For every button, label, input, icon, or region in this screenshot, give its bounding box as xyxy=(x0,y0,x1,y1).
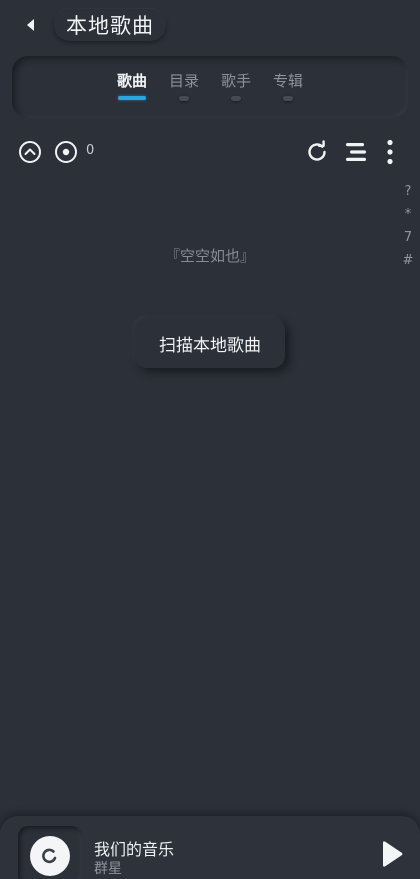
more-vert-icon xyxy=(387,139,393,165)
sort-button[interactable] xyxy=(342,138,370,166)
back-arrow-icon xyxy=(27,19,34,31)
locate-current-icon xyxy=(55,141,77,163)
tab-bar: 歌曲 目录 歌手 专辑 xyxy=(12,56,408,118)
play-button[interactable] xyxy=(374,838,408,872)
more-options-button[interactable] xyxy=(378,137,402,167)
play-icon xyxy=(383,841,403,867)
refresh-button[interactable] xyxy=(303,138,331,166)
scroll-up-icon xyxy=(19,141,41,163)
tab-indicator xyxy=(283,96,293,101)
mini-player[interactable]: 我们的音乐 群星 xyxy=(0,816,420,879)
disc-icon xyxy=(30,836,70,876)
tab-songs[interactable]: 歌曲 xyxy=(112,70,152,100)
tab-label: 歌手 xyxy=(220,72,251,90)
scroll-up-button[interactable] xyxy=(17,139,43,165)
scan-local-songs-button[interactable]: 扫描本地歌曲 xyxy=(135,318,285,368)
tab-indicator xyxy=(231,96,241,101)
locate-current-button[interactable] xyxy=(53,139,79,165)
local-songs-page: 本地歌曲 歌曲 目录 歌手 专辑 0 ? * 7 # 『空空如也』 扫描本地歌曲… xyxy=(0,0,420,879)
tab-indicator xyxy=(179,96,189,101)
refresh-icon xyxy=(308,140,326,161)
page-title: 本地歌曲 xyxy=(54,9,166,41)
song-artist: 群星 xyxy=(94,861,122,877)
album-cover[interactable] xyxy=(18,826,82,879)
tab-label: 歌曲 xyxy=(116,72,147,90)
tab-albums[interactable]: 专辑 xyxy=(268,70,308,101)
tab-folders[interactable]: 目录 xyxy=(164,70,204,101)
tab-artists[interactable]: 歌手 xyxy=(216,70,256,101)
sort-list-icon xyxy=(346,143,366,161)
empty-message: 『空空如也』 xyxy=(164,247,255,265)
index-letter[interactable]: ? xyxy=(402,180,414,203)
index-letter[interactable]: * xyxy=(402,203,414,226)
back-button[interactable] xyxy=(18,12,44,38)
song-title: 我们的音乐 xyxy=(94,840,175,859)
tab-indicator xyxy=(118,96,146,100)
song-count: 0 xyxy=(86,143,95,158)
tab-label: 目录 xyxy=(168,72,199,90)
tab-label: 专辑 xyxy=(272,72,303,90)
